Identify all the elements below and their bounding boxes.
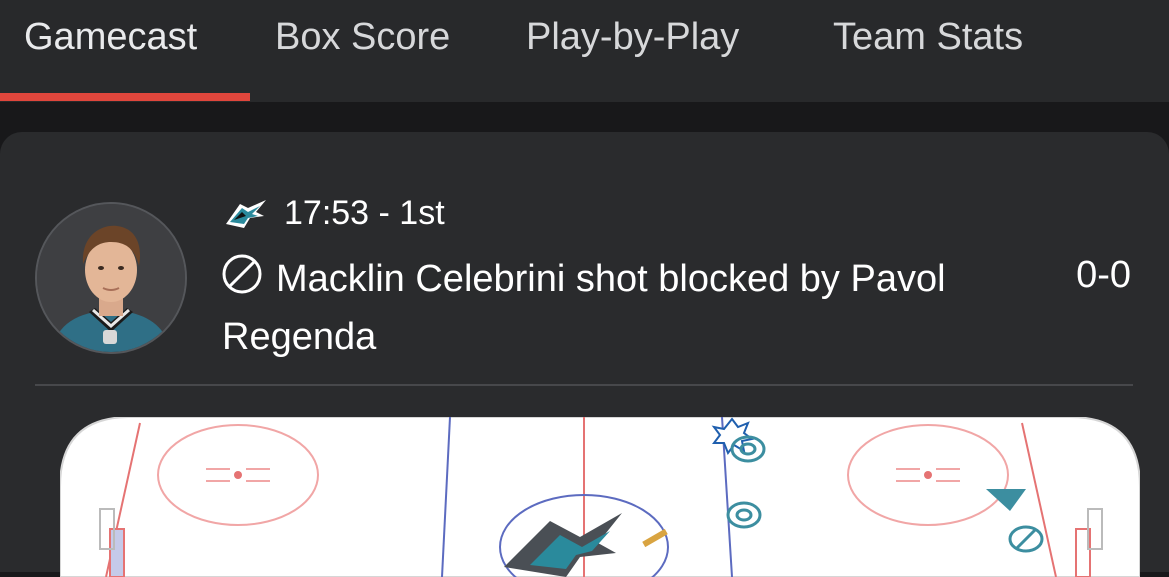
tab-gamecast[interactable]: Gamecast: [24, 12, 197, 62]
rink-diagram[interactable]: [60, 417, 1140, 577]
game-score: 0-0: [1076, 254, 1131, 296]
sharks-logo-icon: [226, 200, 266, 228]
tab-team-stats[interactable]: Team Stats: [833, 12, 1023, 62]
player-headshot-icon: [37, 204, 185, 352]
player-avatar[interactable]: [35, 202, 187, 354]
active-tab-indicator: [0, 93, 250, 101]
tab-bar: Gamecast Box Score Play-by-Play Team Sta…: [0, 0, 1169, 102]
tab-box-score[interactable]: Box Score: [275, 12, 450, 62]
play-description: Macklin Celebrini shot blocked by Pavol …: [222, 258, 946, 358]
tab-play-by-play[interactable]: Play-by-Play: [526, 12, 739, 62]
divider: [35, 384, 1133, 386]
play-time: 17:53 - 1st: [284, 194, 445, 232]
